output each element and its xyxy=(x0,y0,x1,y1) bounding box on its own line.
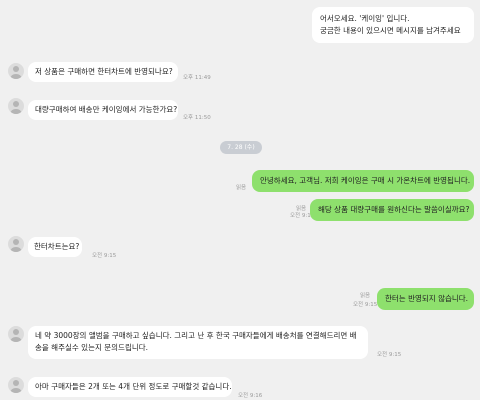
chat-bubble-incoming: 네 약 3000장의 앨범을 구매하고 싶습니다. 그리고 난 후 한국 구매자… xyxy=(28,326,368,359)
message-line: 궁금한 내용이 있으시면 메시지를 남겨주세요 xyxy=(320,26,461,35)
chat-bubble-incoming: 아마 구매자들은 2개 또는 4개 단위 정도로 구매할것 같습니다. xyxy=(28,377,232,397)
chat-bubble-outgoing: 어서오세요. '케이잉' 입니다. 궁금한 내용이 있으시면 메시지를 남겨주세… xyxy=(312,7,474,43)
message-time: 오전 9:16 xyxy=(238,393,263,399)
message-text: 아마 구매자들은 2개 또는 4개 단위 정도로 구매할것 같습니다. xyxy=(35,382,232,391)
message-text: 해당 상품 대량구매를 원하신다는 말씀이실까요? xyxy=(318,205,470,214)
avatar xyxy=(8,236,24,252)
chat-bubble-outgoing: 한터는 반영되지 않습니다. xyxy=(377,288,474,310)
message-text: 한터차트는요? xyxy=(34,242,80,251)
avatar xyxy=(8,377,24,393)
message-line: 어서오세요. '케이잉' 입니다. xyxy=(320,14,410,23)
message-time: 오후 11:49 xyxy=(183,75,211,81)
message-time: 오후 11:50 xyxy=(183,115,211,121)
message-text: 대량구매하여 배송만 케이잉에서 가능한가요? xyxy=(35,105,178,114)
chat-bubble-incoming: 저 상품은 구매하면 한터차트에 반영되나요? xyxy=(28,62,178,82)
chat-bubble-outgoing: 해당 상품 대량구매를 원하신다는 말씀이실까요? xyxy=(310,199,474,221)
read-receipt: 읽음 xyxy=(296,206,307,212)
avatar xyxy=(8,326,24,342)
date-divider: 7. 28 (수) xyxy=(220,141,262,154)
message-time: 오전 9:15 xyxy=(92,253,117,259)
avatar xyxy=(8,98,24,114)
chat-bubble-incoming: 대량구매하여 배송만 케이잉에서 가능한가요? xyxy=(28,100,178,120)
message-text: 저 상품은 구매하면 한터차트에 반영되나요? xyxy=(35,67,173,76)
avatar xyxy=(8,63,24,79)
message-time: 오전 9:15 xyxy=(353,302,378,308)
message-time: 오전 9:15 xyxy=(377,352,402,358)
chat-bubble-incoming: 한터차트는요? xyxy=(28,237,82,257)
read-receipt: 읽음 xyxy=(236,185,247,191)
read-receipt: 읽음 xyxy=(360,293,371,299)
message-text: 안녕하세요, 고객님. 저희 케이잉은 구매 시 가온차트에 반영됩니다. xyxy=(260,176,471,185)
message-text: 네 약 3000장의 앨범을 구매하고 싶습니다. 그리고 난 후 한국 구매자… xyxy=(35,331,357,352)
message-text: 한터는 반영되지 않습니다. xyxy=(385,294,469,303)
chat-bubble-outgoing: 안녕하세요, 고객님. 저희 케이잉은 구매 시 가온차트에 반영됩니다. xyxy=(252,170,474,192)
